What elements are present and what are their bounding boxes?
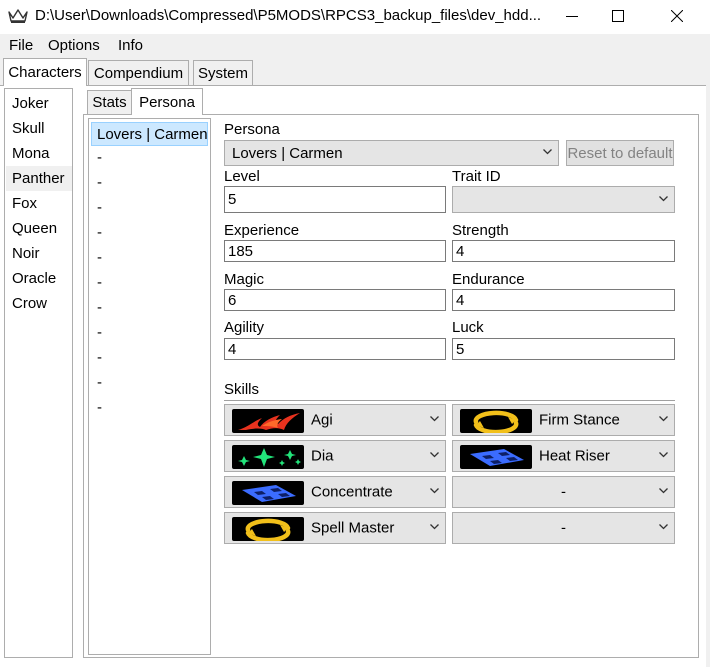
magic-label: Magic [224, 271, 265, 288]
skills-label: Skills [224, 381, 260, 398]
character-item[interactable]: Fox [6, 191, 72, 216]
persona-select[interactable]: Lovers | Carmen [224, 140, 559, 166]
support-grid-skill-icon [460, 445, 532, 469]
persona-list-item[interactable]: - [97, 374, 102, 391]
luck-label: Luck [452, 319, 484, 336]
chevron-down-icon [430, 524, 439, 530]
chevron-down-icon [430, 488, 439, 494]
agility-field[interactable]: 4 [224, 338, 446, 360]
fire-skill-icon [232, 409, 304, 433]
character-list[interactable]: Joker Skull Mona Panther Fox Queen Noir … [4, 88, 73, 658]
healing-sparkle-skill-icon [232, 445, 304, 469]
persona-list-item[interactable]: - [97, 299, 102, 316]
persona-list-item[interactable]: - [97, 249, 102, 266]
character-item[interactable]: Crow [6, 291, 72, 316]
magic-field[interactable]: 6 [224, 289, 446, 311]
persona-label: Persona [224, 121, 280, 138]
character-item[interactable]: Mona [6, 141, 72, 166]
support-grid-skill-icon [232, 481, 304, 505]
skill-name: Concentrate [311, 483, 393, 501]
minimize-icon [566, 16, 578, 17]
endurance-field[interactable]: 4 [452, 289, 675, 311]
persona-list-item[interactable]: - [97, 274, 102, 291]
strength-field[interactable]: 4 [452, 240, 675, 262]
window-title: D:\User\Downloads\Compressed\P5MODS\RPCS… [35, 7, 542, 24]
menu-file[interactable]: File [9, 37, 33, 54]
persona-list-item[interactable]: - [97, 174, 102, 191]
crown-icon [8, 9, 28, 23]
persona-list-item[interactable]: - [97, 324, 102, 341]
experience-field[interactable]: 185 [224, 240, 446, 262]
character-item[interactable]: Joker [6, 91, 72, 116]
tab-characters[interactable]: Characters [3, 58, 87, 86]
tab-stats[interactable]: Stats [87, 90, 132, 114]
trait-id-label: Trait ID [452, 168, 501, 185]
character-item[interactable]: Oracle [6, 266, 72, 291]
chevron-down-icon [543, 149, 552, 155]
persona-list-item[interactable]: - [97, 224, 102, 241]
menu-options[interactable]: Options [48, 37, 100, 54]
endurance-label: Endurance [452, 271, 525, 288]
tab-system[interactable]: System [193, 60, 253, 86]
skill-name: - [561, 519, 566, 537]
chevron-down-icon [659, 195, 668, 201]
reset-to-default-button[interactable]: Reset to default [566, 140, 674, 166]
persona-list-item[interactable]: - [97, 199, 102, 216]
skill-slot-5[interactable]: Concentrate [224, 476, 446, 508]
character-item[interactable]: Skull [6, 116, 72, 141]
skill-name: Firm Stance [539, 411, 620, 429]
persona-list-item[interactable]: - [97, 349, 102, 366]
maximize-icon [612, 10, 624, 22]
level-label: Level [224, 168, 260, 185]
persona-list-item[interactable]: - [97, 149, 102, 166]
chevron-down-icon [659, 524, 668, 530]
chevron-down-icon [659, 452, 668, 458]
agility-label: Agility [224, 319, 265, 336]
passive-ring-skill-icon [232, 517, 304, 541]
persona-list-item-selected[interactable]: Lovers | Carmen [91, 122, 208, 146]
skill-name: Heat Riser [539, 447, 610, 465]
skill-slot-8[interactable]: - [452, 512, 675, 544]
persona-list-item[interactable]: - [97, 399, 102, 416]
skill-name: Spell Master [311, 519, 395, 537]
character-item-selected[interactable]: Panther [6, 166, 72, 191]
character-item[interactable]: Queen [6, 216, 72, 241]
maximize-button[interactable] [595, 0, 641, 32]
skill-slot-1[interactable]: Agi [224, 404, 446, 436]
skill-name: Dia [311, 447, 334, 465]
chevron-down-icon [430, 452, 439, 458]
skill-slot-6[interactable]: - [452, 476, 675, 508]
luck-field[interactable]: 5 [452, 338, 675, 360]
trait-id-select[interactable] [452, 186, 675, 213]
skills-divider [224, 400, 675, 401]
close-icon [671, 10, 683, 22]
minimize-button[interactable] [549, 0, 595, 32]
passive-ring-skill-icon [460, 409, 532, 433]
skill-slot-3[interactable]: Dia [224, 440, 446, 472]
skill-slot-2[interactable]: Firm Stance [452, 404, 675, 436]
menu-bar: File Options Info [0, 34, 710, 58]
skill-slot-7[interactable]: Spell Master [224, 512, 446, 544]
skill-name: - [561, 483, 566, 501]
chevron-down-icon [659, 416, 668, 422]
menu-info[interactable]: Info [118, 37, 143, 54]
close-button[interactable] [654, 0, 700, 32]
chevron-down-icon [430, 416, 439, 422]
skill-slot-4[interactable]: Heat Riser [452, 440, 675, 472]
level-field[interactable]: 5 [224, 186, 446, 213]
persona-select-value: Lovers | Carmen [232, 144, 343, 162]
tab-persona[interactable]: Persona [131, 88, 203, 115]
strength-label: Strength [452, 222, 509, 239]
character-item[interactable]: Noir [6, 241, 72, 266]
title-bar: D:\User\Downloads\Compressed\P5MODS\RPCS… [0, 0, 710, 34]
persona-list[interactable]: Lovers | Carmen - - - - - - - - - - - [88, 118, 211, 655]
experience-label: Experience [224, 222, 300, 239]
chevron-down-icon [659, 488, 668, 494]
skill-name: Agi [311, 411, 333, 429]
tab-compendium[interactable]: Compendium [88, 60, 189, 86]
